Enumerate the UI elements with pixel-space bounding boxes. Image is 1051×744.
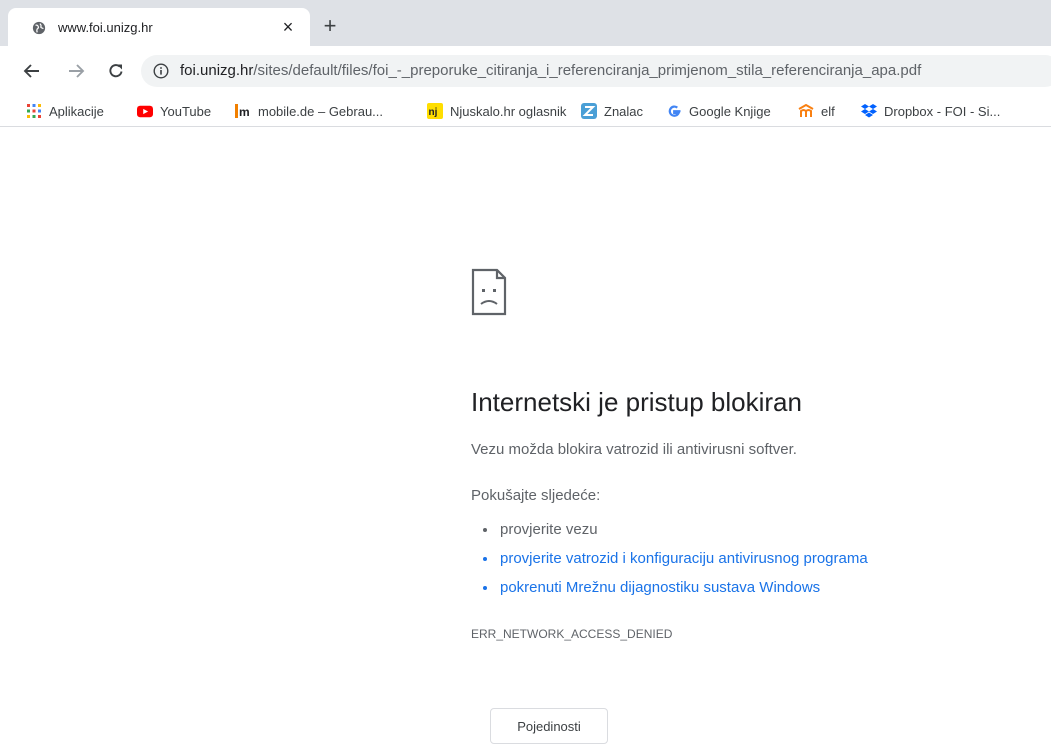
bookmark-label: Znalac bbox=[604, 103, 644, 119]
bookmark-youtube[interactable]: YouTube bbox=[137, 102, 211, 120]
mobile-de-icon: m bbox=[235, 103, 251, 119]
bookmark-dropbox[interactable]: Dropbox - FOI - Si... bbox=[861, 102, 1000, 120]
address-bar[interactable]: foi.unizg.hr/sites/default/files/foi_-_p… bbox=[141, 55, 1051, 87]
apps-grid-icon bbox=[26, 103, 42, 119]
globe-icon bbox=[32, 21, 46, 35]
back-button[interactable] bbox=[20, 59, 44, 83]
bookmark-njuskalo[interactable]: nj Njuskalo.hr oglasnik bbox=[427, 102, 566, 120]
tab-active[interactable]: www.foi.unizg.hr × bbox=[8, 8, 310, 46]
arrow-right-icon bbox=[69, 64, 85, 78]
url-host: foi.unizg.hr bbox=[180, 62, 254, 79]
bookmark-znalac[interactable]: Znalac bbox=[581, 102, 643, 120]
moodle-icon bbox=[798, 103, 814, 119]
bookmarks-bar: Aplikacije YouTube m mobile.de – Gebrau.… bbox=[0, 96, 1051, 127]
bookmark-label: Dropbox - FOI - Si... bbox=[884, 103, 1001, 119]
bookmark-google-knjige[interactable]: Google Knjige bbox=[666, 102, 771, 120]
bookmark-label: YouTube bbox=[160, 103, 212, 119]
njuskalo-icon: nj bbox=[427, 103, 443, 119]
reload-icon bbox=[109, 64, 123, 78]
suggestions-list: provjerite vezu provjerite vatrozid i ko… bbox=[480, 515, 868, 602]
svg-text:m: m bbox=[239, 105, 250, 119]
info-circle-icon[interactable] bbox=[153, 63, 169, 79]
bookmark-apps[interactable]: Aplikacije bbox=[26, 102, 104, 120]
bookmark-mobile-de[interactable]: m mobile.de – Gebrau... bbox=[235, 102, 383, 120]
close-icon[interactable]: × bbox=[278, 17, 298, 37]
arrow-left-icon bbox=[23, 64, 39, 78]
details-button[interactable]: Pojedinosti bbox=[490, 708, 608, 744]
suggestion-check-connection: provjerite vezu bbox=[498, 515, 868, 544]
toolbar: foi.unizg.hr/sites/default/files/foi_-_p… bbox=[0, 46, 1051, 96]
bookmark-label: elf bbox=[821, 103, 835, 119]
bookmark-label: Google Knjige bbox=[689, 103, 771, 119]
youtube-icon bbox=[137, 103, 153, 119]
suggestion-check-firewall-link[interactable]: provjerite vatrozid i konfiguraciju anti… bbox=[498, 544, 868, 573]
google-icon bbox=[666, 103, 682, 119]
sad-document-icon bbox=[471, 268, 507, 316]
new-tab-button[interactable]: + bbox=[318, 14, 342, 38]
url-text[interactable]: foi.unizg.hr/sites/default/files/foi_-_p… bbox=[180, 62, 921, 79]
bookmark-label: mobile.de – Gebrau... bbox=[258, 103, 384, 119]
znalac-icon bbox=[581, 103, 597, 119]
bookmark-label: Aplikacije bbox=[49, 103, 104, 119]
bookmark-label: Njuskalo.hr oglasnik bbox=[450, 103, 567, 119]
error-code: ERR_NETWORK_ACCESS_DENIED bbox=[471, 627, 673, 641]
error-title: Internetski je pristup blokiran bbox=[471, 387, 802, 417]
dropbox-icon bbox=[861, 103, 877, 119]
forward-button[interactable] bbox=[64, 59, 88, 83]
bookmark-elf[interactable]: elf bbox=[798, 102, 835, 120]
svg-text:nj: nj bbox=[429, 107, 438, 118]
suggestion-network-diagnostics-link[interactable]: pokrenuti Mrežnu dijagnostiku sustava Wi… bbox=[498, 573, 868, 602]
error-description: Vezu možda blokira vatrozid ili antiviru… bbox=[471, 441, 797, 458]
tab-strip: www.foi.unizg.hr × + bbox=[0, 0, 1051, 46]
reload-button[interactable] bbox=[104, 59, 128, 83]
suggestions-heading: Pokušajte sljedeće: bbox=[471, 487, 601, 504]
url-path: /sites/default/files/foi_-_preporuke_cit… bbox=[253, 62, 922, 79]
tab-title: www.foi.unizg.hr bbox=[58, 20, 153, 35]
